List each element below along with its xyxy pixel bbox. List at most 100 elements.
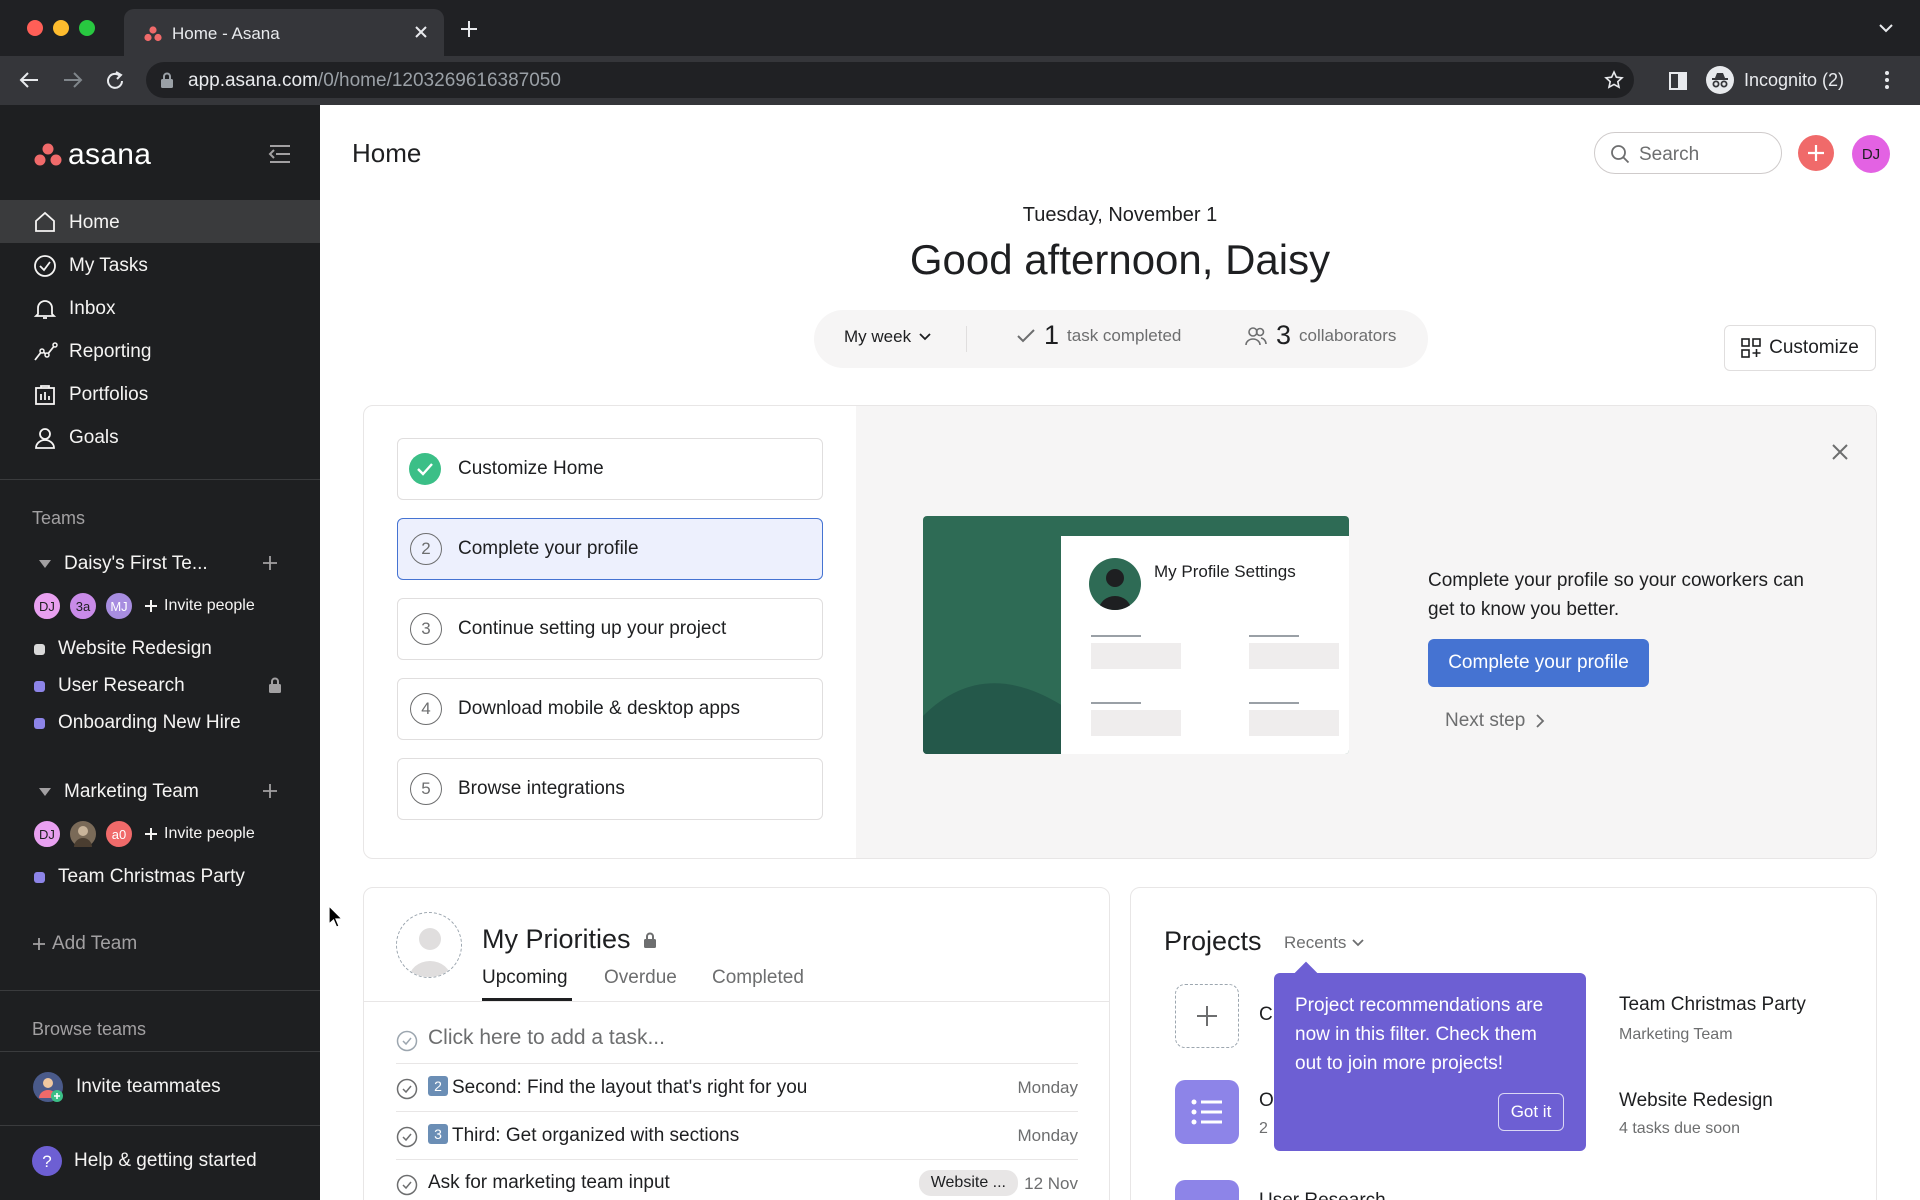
setup-step-complete-profile[interactable]: 2 Complete your profile [397, 518, 823, 580]
chevron-right-icon [1535, 713, 1545, 729]
browser-tab[interactable]: Home - Asana [124, 9, 444, 56]
tab-upcoming[interactable]: Upcoming [482, 967, 568, 989]
back-arrow-icon[interactable] [18, 70, 40, 90]
check-circle-icon[interactable] [396, 1126, 418, 1148]
lock-icon [268, 677, 282, 693]
check-circle-icon [396, 1030, 418, 1052]
task-row[interactable]: 2 Second: Find the layout that's right fo… [396, 1064, 1078, 1112]
complete-profile-button[interactable]: Complete your profile [1428, 639, 1649, 687]
plus-icon[interactable] [262, 555, 278, 571]
project-name[interactable]: Website Redesign [1619, 1090, 1773, 1112]
project-name[interactable]: User Research [1259, 1190, 1386, 1200]
sidebar-item-portfolios[interactable]: Portfolios [0, 373, 320, 415]
tab-completed[interactable]: Completed [712, 967, 804, 989]
window-minimize-button[interactable] [53, 20, 69, 36]
asana-logo[interactable]: asana [34, 138, 151, 172]
invite-teammates-button[interactable]: Invite teammates [32, 1071, 221, 1103]
incognito-profile-button[interactable]: Incognito (2) [1706, 62, 1844, 98]
check-circle-icon[interactable] [396, 1174, 418, 1196]
new-tab-icon[interactable] [460, 20, 478, 38]
lock-icon[interactable] [160, 72, 174, 88]
global-add-button[interactable] [1798, 135, 1834, 171]
caret-down-icon[interactable] [38, 559, 52, 569]
next-step-button[interactable]: Next step [1445, 710, 1545, 732]
collapse-sidebar-icon[interactable] [268, 144, 292, 164]
customize-label: Customize [1769, 337, 1859, 358]
tab-close-icon[interactable] [412, 23, 430, 41]
project-name[interactable]: O [1259, 1090, 1274, 1112]
caret-down-icon[interactable] [38, 787, 52, 797]
add-task-row[interactable]: Click here to add a task... [396, 1016, 1078, 1064]
window-maximize-button[interactable] [79, 20, 95, 36]
sidebar-project-team-christmas-party[interactable]: Team Christmas Party [34, 863, 294, 891]
sidebar-item-my-tasks[interactable]: My Tasks [0, 244, 320, 286]
reload-icon[interactable] [104, 70, 126, 92]
project-tile-list[interactable] [1175, 1080, 1239, 1144]
search-input[interactable]: Search [1594, 132, 1782, 174]
create-project-tile[interactable] [1175, 984, 1239, 1048]
customize-button[interactable]: Customize [1724, 325, 1876, 371]
window-close-button[interactable] [27, 20, 43, 36]
task-title: Ask for marketing team input [428, 1172, 670, 1193]
sidebar-item-label: Portfolios [69, 384, 149, 405]
field-line [1249, 635, 1299, 637]
sidebar-divider [0, 479, 320, 480]
check-circle-icon[interactable] [396, 1078, 418, 1100]
tab-search-chevron-icon[interactable] [1878, 22, 1894, 34]
browser-menu-icon[interactable] [1884, 70, 1890, 90]
project-tag[interactable]: Website ... [918, 1170, 1018, 1196]
setup-step-customize-home[interactable]: Customize Home [397, 438, 823, 500]
task-row[interactable]: Ask for marketing team input Website ...… [396, 1160, 1078, 1200]
my-priorities-widget: My Priorities Upcoming Overdue Completed… [363, 887, 1110, 1200]
avatar[interactable]: a0 [104, 819, 134, 849]
page-title: Home [352, 138, 422, 168]
project-name[interactable]: Team Christmas Party [1619, 994, 1806, 1016]
setup-step-continue-project[interactable]: 3 Continue setting up your project [397, 598, 823, 660]
sidebar-project-website-redesign[interactable]: Website Redesign [34, 635, 294, 663]
bookmark-star-icon[interactable] [1604, 70, 1624, 90]
user-avatar[interactable]: DJ [1852, 135, 1890, 173]
plus-icon[interactable] [262, 783, 278, 799]
help-getting-started-button[interactable]: ? Help & getting started [32, 1146, 257, 1176]
project-name[interactable]: C [1259, 1004, 1273, 1026]
setup-step-label: Continue setting up your project [458, 618, 727, 639]
projects-title[interactable]: Projects [1164, 926, 1262, 957]
sidebar-project-onboarding-new-hire[interactable]: Onboarding New Hire [34, 709, 294, 737]
avatar[interactable]: DJ [32, 591, 62, 621]
avatar-placeholder[interactable] [396, 912, 462, 978]
setup-step-download-apps[interactable]: 4 Download mobile & desktop apps [397, 678, 823, 740]
avatar-photo[interactable] [68, 819, 98, 849]
avatar[interactable]: 3a [68, 591, 98, 621]
project-tile-board[interactable] [1175, 1180, 1239, 1200]
teams-heading[interactable]: Teams [32, 508, 85, 529]
project-subtitle: 2 [1259, 1120, 1268, 1137]
task-row[interactable]: 3 Third: Get organized with sections Mond… [396, 1112, 1078, 1160]
team-members: DJ 3a MJ Invite people [32, 591, 255, 621]
sidebar-item-goals[interactable]: Goals [0, 416, 320, 458]
my-priorities-title[interactable]: My Priorities [482, 924, 657, 955]
got-it-button[interactable]: Got it [1498, 1093, 1564, 1131]
team-header[interactable]: Marketing Team [34, 777, 284, 807]
team-header[interactable]: Daisy's First Te... [34, 549, 284, 579]
avatar[interactable]: MJ [104, 591, 134, 621]
period-dropdown[interactable]: My week [844, 327, 931, 347]
chevron-down-icon [919, 333, 931, 341]
invite-people-button[interactable]: Invite people [144, 825, 255, 843]
close-icon[interactable] [1830, 442, 1850, 462]
tab-overdue[interactable]: Overdue [604, 967, 677, 989]
side-panel-icon[interactable] [1668, 71, 1688, 91]
address-bar[interactable]: app.asana.com/0/home/1203269616387050 [146, 62, 1634, 98]
sidebar-project-user-research[interactable]: User Research [34, 672, 294, 700]
forward-arrow-icon[interactable] [62, 70, 84, 90]
recents-filter-dropdown[interactable]: Recents [1284, 933, 1365, 953]
setup-step-browse-integrations[interactable]: 5 Browse integrations [397, 758, 823, 820]
sidebar-item-inbox[interactable]: Inbox [0, 287, 320, 329]
invite-people-button[interactable]: Invite people [144, 597, 255, 615]
browse-teams-link[interactable]: Browse teams [32, 1019, 146, 1040]
sidebar-item-home[interactable]: Home [0, 201, 320, 243]
sidebar-item-reporting[interactable]: Reporting [0, 330, 320, 372]
main-content: Home Search DJ Tuesday, November 1 Good … [320, 105, 1920, 1200]
avatar[interactable]: DJ [32, 819, 62, 849]
project-subtitle: 4 tasks due soon [1619, 1120, 1740, 1137]
add-team-button[interactable]: Add Team [32, 933, 137, 955]
